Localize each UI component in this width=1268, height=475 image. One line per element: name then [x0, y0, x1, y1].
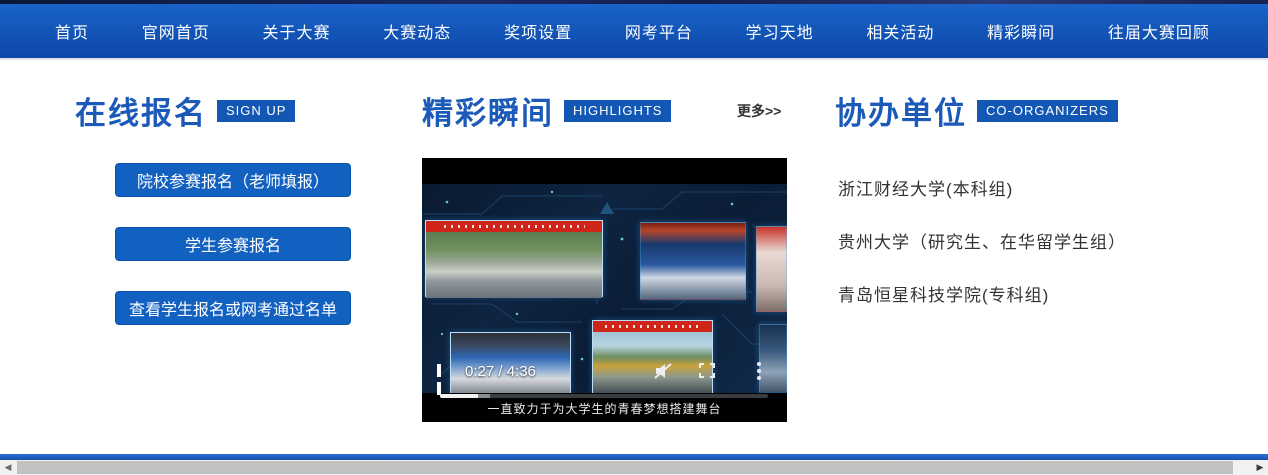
- scroll-right-arrow-icon[interactable]: ▶: [1252, 460, 1268, 475]
- progress-played: [440, 394, 478, 398]
- horizontal-scrollbar[interactable]: ◀ ▶: [0, 460, 1268, 475]
- view-registration-list-button[interactable]: 查看学生报名或网考通过名单: [115, 291, 351, 325]
- nav-item-about[interactable]: 关于大赛: [263, 19, 331, 43]
- signup-badge: SIGN UP: [217, 100, 295, 122]
- nav-item-activities[interactable]: 相关活动: [866, 19, 934, 43]
- video-caption: 一直致力于为大学生的青春梦想搭建舞台: [422, 400, 787, 417]
- highlights-video-player[interactable]: 0:27 / 4:36 一直致力于为大学生的青春梦想搭建舞台: [422, 158, 787, 422]
- pause-icon[interactable]: [437, 364, 449, 377]
- video-progress-bar[interactable]: [440, 394, 768, 398]
- nav-item-official-home[interactable]: 官网首页: [142, 19, 210, 43]
- nav-item-exam-platform[interactable]: 网考平台: [625, 19, 693, 43]
- highlights-title: 精彩瞬间: [422, 88, 554, 133]
- coorganizer-item: 贵州大学（研究生、在华留学生组）: [838, 228, 1126, 253]
- video-photo-group-outdoor: [425, 220, 603, 297]
- more-link[interactable]: 更多>>: [737, 101, 781, 121]
- scrollbar-thumb[interactable]: [17, 461, 1233, 474]
- coorganizer-item: 浙江财经大学(本科组): [838, 175, 1013, 200]
- signup-title: 在线报名: [75, 88, 207, 133]
- nav-item-awards[interactable]: 奖项设置: [504, 19, 572, 43]
- more-options-icon[interactable]: [757, 362, 761, 380]
- nav-item-past-contests[interactable]: 往届大赛回顾: [1108, 19, 1210, 43]
- progress-buffered: [478, 394, 490, 398]
- school-registration-button[interactable]: 院校参赛报名（老师填报）: [115, 163, 351, 197]
- photo-red-banner: [593, 321, 712, 332]
- student-registration-button[interactable]: 学生参赛报名: [115, 227, 351, 261]
- nav-item-learning[interactable]: 学习天地: [746, 19, 814, 43]
- photo-red-banner: [426, 221, 602, 232]
- video-photo-dragon-plaza: [592, 320, 713, 393]
- nav-item-news[interactable]: 大赛动态: [383, 19, 451, 43]
- coorganizers-badge: CO-ORGANIZERS: [977, 100, 1118, 122]
- coorganizers-section-header: 协办单位 CO-ORGANIZERS: [835, 88, 1118, 133]
- coorganizer-item: 青岛恒星科技学院(专科组): [838, 281, 1049, 306]
- coorganizers-title: 协办单位: [835, 88, 967, 133]
- video-photo-partial-right: [756, 226, 787, 312]
- video-photo-partial-bottom-right: [759, 324, 787, 393]
- fullscreen-icon[interactable]: [699, 363, 715, 378]
- video-photo-stage: [640, 222, 746, 300]
- nav-item-home[interactable]: 首页: [55, 19, 89, 43]
- main-navigation: 首页 官网首页 关于大赛 大赛动态 奖项设置 网考平台 学习天地 相关活动 精彩…: [0, 4, 1268, 60]
- highlights-section-header: 精彩瞬间 HIGHLIGHTS: [422, 88, 671, 133]
- video-time: 0:27 / 4:36: [465, 363, 536, 380]
- nav-item-highlights[interactable]: 精彩瞬间: [987, 19, 1055, 43]
- video-controls: 0:27 / 4:36: [422, 362, 787, 380]
- mute-icon[interactable]: [653, 362, 675, 380]
- signup-section-header: 在线报名 SIGN UP: [75, 88, 295, 133]
- highlights-badge: HIGHLIGHTS: [564, 100, 671, 122]
- scroll-left-arrow-icon[interactable]: ◀: [0, 460, 16, 475]
- photo-content: [426, 232, 602, 298]
